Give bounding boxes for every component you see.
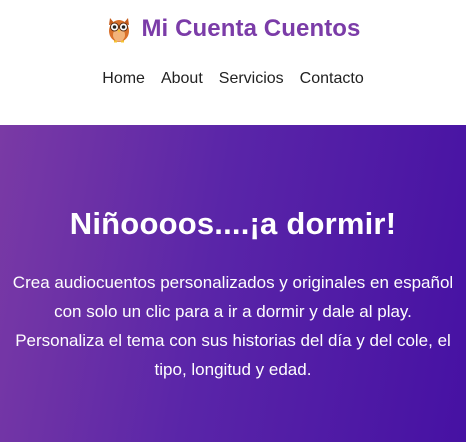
nav-link-about[interactable]: About	[161, 70, 203, 88]
main-nav: Home About Servicios Contacto	[0, 70, 466, 88]
owl-icon	[109, 18, 130, 43]
hero-section: Niñoooos....¡a dormir! Crea audiocuentos…	[0, 125, 466, 442]
nav-link-contacto[interactable]: Contacto	[300, 70, 364, 88]
site-header: Mi Cuenta Cuentos Home About Servicios C…	[0, 0, 466, 125]
site-title: Mi Cuenta Cuentos	[141, 15, 361, 42]
nav-link-servicios[interactable]: Servicios	[219, 70, 284, 88]
hero-description: Crea audiocuentos personalizados y origi…	[12, 273, 454, 379]
hero-title: Niñoooos....¡a dormir!	[69, 206, 397, 241]
brand[interactable]: Mi Cuenta Cuentos	[0, 15, 466, 43]
nav-link-home[interactable]: Home	[102, 70, 145, 88]
